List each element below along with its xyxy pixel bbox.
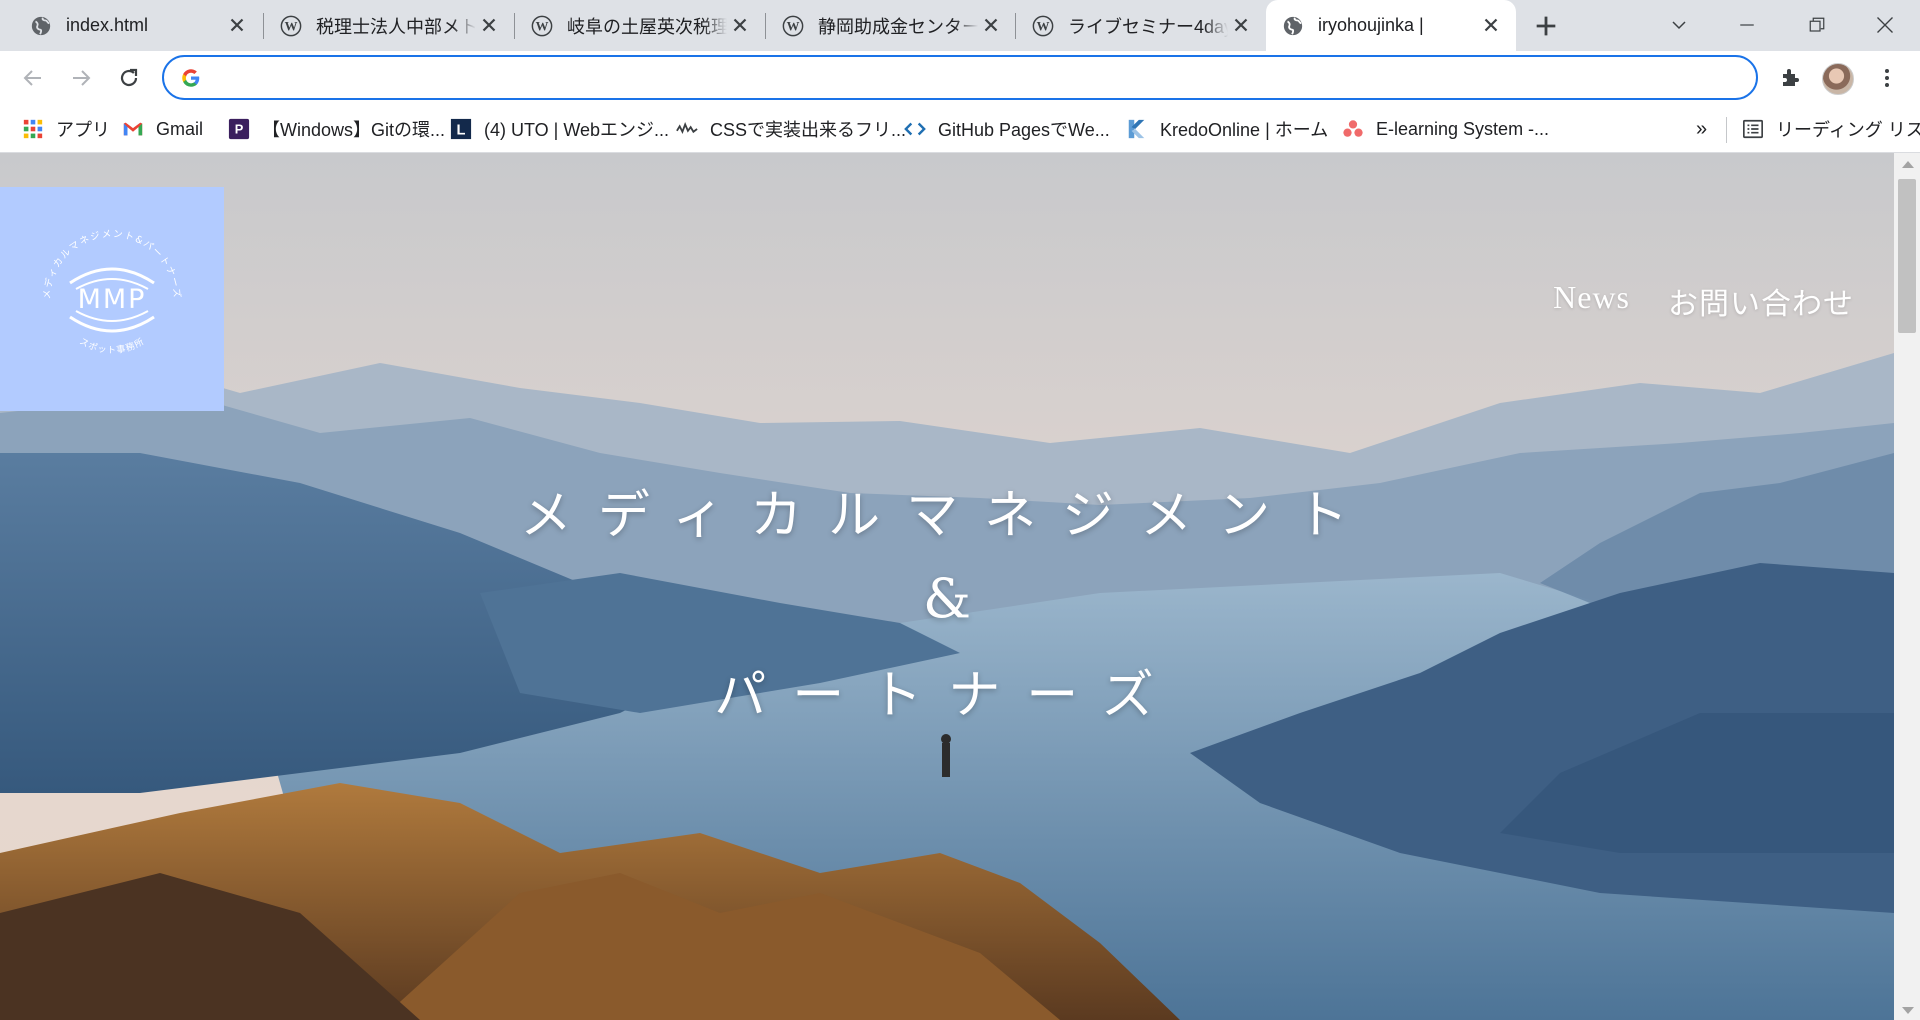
bookmark-l-icon: L bbox=[450, 118, 472, 140]
site-logo[interactable]: メディカルマネジメント&パートナーズ スポット事務所 MMP bbox=[0, 187, 224, 411]
svg-text:W: W bbox=[787, 19, 800, 33]
bookmarks-overflow-button[interactable]: » bbox=[1696, 115, 1707, 143]
close-icon[interactable] bbox=[478, 14, 500, 36]
tab-wordpress-2[interactable]: W 岐阜の土屋英次税理 bbox=[515, 0, 765, 51]
bookmark-github-pages[interactable]: GitHub PagesでWe... bbox=[904, 115, 1110, 143]
bookmark-wave-icon bbox=[676, 121, 698, 135]
google-g-icon bbox=[182, 68, 200, 87]
bookmark-label: アプリ bbox=[56, 120, 110, 140]
bookmarks-divider bbox=[1726, 117, 1727, 143]
close-icon[interactable] bbox=[226, 14, 248, 36]
tab-strip: index.html W 税理士法人中部メトロ W 岐阜の土屋英次税理 W 静岡… bbox=[0, 0, 1920, 51]
restore-window-icon[interactable] bbox=[1800, 8, 1834, 42]
logo-text: MMP bbox=[78, 284, 147, 315]
reading-list-label: リーディング リスト bbox=[1776, 120, 1920, 140]
tab-index-html[interactable]: index.html bbox=[0, 0, 262, 51]
profile-avatar[interactable] bbox=[1822, 63, 1854, 95]
bookmark-elearning[interactable]: E-learning System -... bbox=[1342, 115, 1549, 143]
svg-text:W: W bbox=[1037, 19, 1050, 33]
tab-title: 静岡助成金センター» bbox=[818, 16, 978, 37]
page-viewport: メディカルマネジメント&パートナーズ スポット事務所 MMP News お問い合… bbox=[0, 153, 1894, 1020]
scroll-up-arrow-icon[interactable] bbox=[1902, 161, 1914, 168]
bookmark-kredo[interactable]: KredoOnline | ホーム bbox=[1126, 115, 1328, 143]
address-input[interactable] bbox=[216, 67, 1716, 88]
globe-icon bbox=[31, 16, 51, 35]
close-icon[interactable] bbox=[980, 14, 1002, 36]
bookmark-git-windows[interactable]: P 【Windows】Gitの環... bbox=[228, 115, 445, 143]
tab-title: 岐阜の土屋英次税理 bbox=[567, 16, 727, 37]
scroll-down-arrow-icon[interactable] bbox=[1902, 1007, 1914, 1014]
close-icon[interactable] bbox=[1480, 14, 1502, 36]
bookmark-label: E-learning System -... bbox=[1376, 118, 1550, 139]
reload-icon[interactable] bbox=[112, 61, 146, 95]
page-scrollbar[interactable] bbox=[1894, 153, 1920, 1020]
reading-list-button[interactable]: リーディング リスト bbox=[1742, 115, 1920, 143]
tab-wordpress-3[interactable]: W 静岡助成金センター» bbox=[766, 0, 1016, 51]
bookmark-p-icon: P bbox=[228, 118, 250, 140]
code-brackets-icon bbox=[904, 122, 926, 136]
close-icon[interactable] bbox=[729, 14, 751, 36]
bookmark-css[interactable]: CSSで実装出来るフリ... bbox=[676, 115, 906, 143]
svg-text:W: W bbox=[536, 19, 549, 33]
tab-wordpress-4[interactable]: W ライブセミナー4days | bbox=[1016, 0, 1266, 51]
bookmark-apps[interactable]: アプリ bbox=[22, 115, 110, 143]
svg-text:スポット事務所: スポット事務所 bbox=[77, 336, 146, 356]
tab-search-chevron-icon[interactable] bbox=[1662, 8, 1696, 42]
tab-wordpress-1[interactable]: W 税理士法人中部メトロ bbox=[264, 0, 514, 51]
tab-title: ライブセミナー4days | bbox=[1068, 16, 1228, 37]
bookmark-label: (4) UTO | Webエンジ... bbox=[484, 120, 670, 140]
tab-title: iryohoujinka | bbox=[1318, 15, 1424, 35]
tab-title: index.html bbox=[66, 15, 149, 35]
back-arrow-icon[interactable] bbox=[16, 61, 50, 95]
hero-title-line3: パートナーズ bbox=[714, 666, 1180, 726]
close-window-icon[interactable] bbox=[1868, 8, 1902, 42]
more-vertical-icon[interactable] bbox=[1870, 61, 1904, 95]
nav-news-link[interactable]: News bbox=[1553, 279, 1630, 323]
wordpress-icon: W bbox=[280, 15, 302, 36]
bookmark-gmail[interactable]: Gmail bbox=[122, 115, 203, 143]
nav-contact-link[interactable]: お問い合わせ bbox=[1668, 279, 1854, 323]
extensions-puzzle-icon[interactable] bbox=[1774, 61, 1808, 95]
globe-icon bbox=[1283, 16, 1303, 35]
hero-title-ampersand: & bbox=[922, 567, 972, 630]
tab-title: 税理士法人中部メトロ bbox=[316, 16, 476, 37]
bookmark-label: GitHub PagesでWe... bbox=[938, 120, 1110, 140]
chevron-double-right-icon: » bbox=[1696, 117, 1708, 140]
close-icon[interactable] bbox=[1230, 14, 1252, 36]
hero-title-line1: メディカルマネジメント bbox=[519, 486, 1375, 546]
bookmark-label: 【Windows】Gitの環... bbox=[262, 120, 446, 140]
reading-list-icon bbox=[1743, 119, 1763, 139]
logo-ring-text-bottom: スポット事務所 bbox=[77, 336, 145, 356]
svg-text:P: P bbox=[235, 122, 244, 137]
kredo-icon bbox=[1128, 119, 1145, 139]
bookmark-label: CSSで実装出来るフリ... bbox=[710, 120, 907, 140]
minimize-icon[interactable] bbox=[1730, 8, 1764, 42]
bookmark-label: Gmail bbox=[156, 118, 204, 139]
wordpress-icon: W bbox=[531, 15, 553, 36]
gmail-icon bbox=[123, 122, 143, 136]
apps-grid-icon bbox=[23, 119, 43, 139]
asana-dots-icon bbox=[1343, 120, 1363, 137]
bookmark-label: KredoOnline | ホーム bbox=[1160, 120, 1329, 140]
browser-toolbar bbox=[0, 51, 1920, 105]
site-nav: News お問い合わせ bbox=[1553, 279, 1854, 323]
bookmark-uto[interactable]: L (4) UTO | Webエンジ... bbox=[450, 115, 669, 143]
new-tab-plus-icon[interactable] bbox=[1532, 12, 1560, 40]
bookmarks-bar: アプリ Gmail P 【Windows】Gitの環... L (4) UTO … bbox=[0, 105, 1920, 153]
wordpress-icon: W bbox=[1032, 15, 1054, 36]
forward-arrow-icon[interactable] bbox=[64, 61, 98, 95]
address-bar[interactable] bbox=[162, 55, 1758, 100]
wordpress-icon: W bbox=[782, 15, 804, 36]
tab-iryohoujinka[interactable]: iryohoujinka | bbox=[1266, 0, 1516, 51]
svg-text:L: L bbox=[457, 123, 466, 139]
mmp-logo-icon: メディカルマネジメント&パートナーズ スポット事務所 MMP bbox=[42, 229, 182, 356]
scrollbar-thumb[interactable] bbox=[1898, 179, 1916, 333]
svg-text:W: W bbox=[285, 19, 298, 33]
